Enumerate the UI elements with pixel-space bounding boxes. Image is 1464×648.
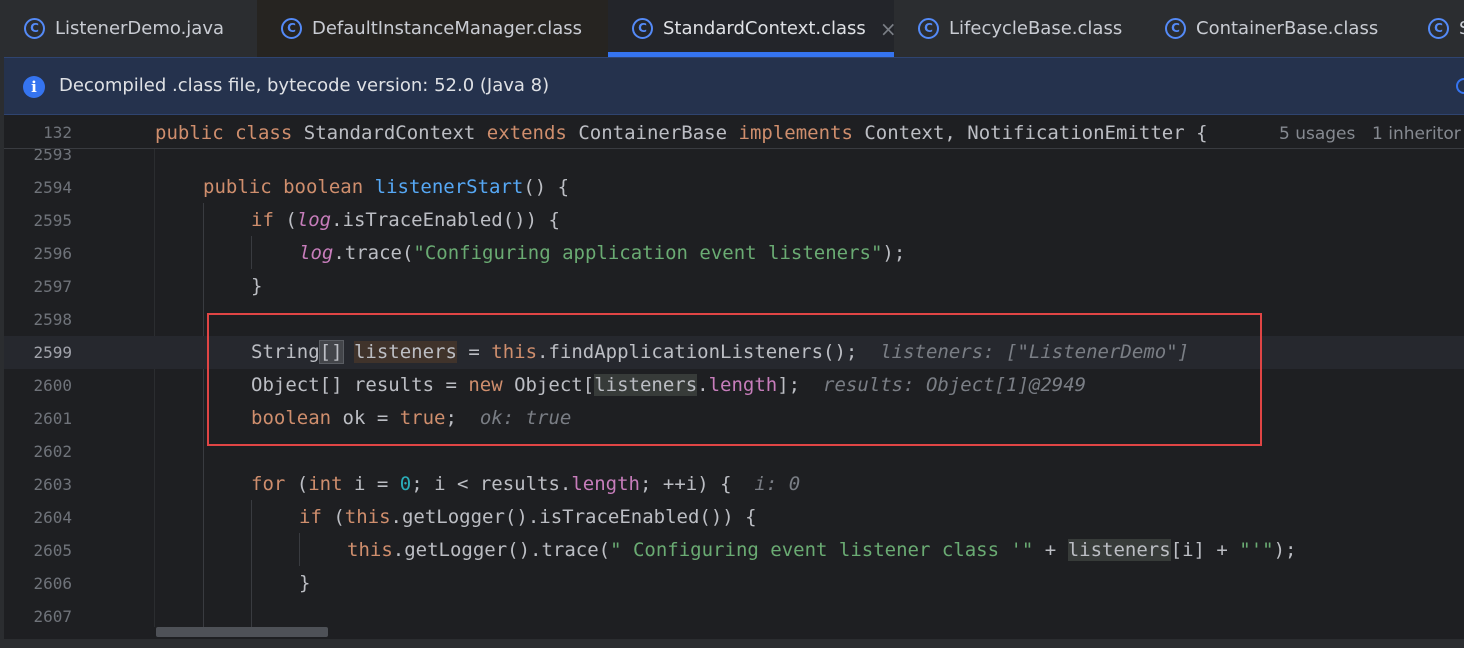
code-line: 2604 if (this.getLogger().isTraceEnabled… — [4, 501, 1464, 534]
banner-action-icon[interactable] — [1456, 78, 1464, 94]
code-text: Object[] results = new Object[listeners.… — [251, 374, 1087, 396]
tab-default-instance-manager[interactable]: C DefaultInstanceManager.class — [257, 0, 608, 57]
line-number: 2596 — [33, 244, 72, 263]
class-declaration: public class StandardContext extends Con… — [155, 122, 1208, 144]
code-text: log.trace("Configuring application event… — [299, 242, 906, 264]
class-c-icon: C — [281, 18, 302, 39]
code-text: } — [299, 572, 311, 594]
class-c-icon: C — [632, 18, 653, 39]
code-line: 2594 public boolean listenerStart() { — [4, 171, 1464, 204]
line-number: 2595 — [33, 211, 72, 230]
tab-container-base[interactable]: C ContainerBase.class — [1141, 0, 1404, 57]
tab-label: S — [1459, 18, 1464, 39]
editor-tab-bar: C ListenerDemo.java C DefaultInstanceMan… — [0, 0, 1464, 57]
tab-overflow[interactable]: C S — [1404, 0, 1464, 57]
decompiled-banner: i Decompiled .class file, bytecode versi… — [4, 57, 1464, 115]
code-text: for (int i = 0; i < results.length; ++i)… — [251, 473, 801, 495]
line-number: 2601 — [33, 409, 72, 428]
code-text: String[] listeners = this.findApplicatio… — [251, 340, 1190, 364]
code-text: if (log.isTraceEnabled()) { — [251, 209, 560, 231]
code-line-current: 2599 String[] listeners = this.findAppli… — [4, 336, 1464, 369]
line-number: 2606 — [33, 574, 72, 593]
code-line: 2603 for (int i = 0; i < results.length;… — [4, 468, 1464, 501]
status-bar-edge — [0, 639, 1464, 648]
code-line: 2606 } — [4, 567, 1464, 600]
line-number: 2605 — [33, 541, 72, 560]
code-editor[interactable]: 2593 2594 public boolean listenerStart()… — [4, 149, 1464, 627]
tab-label: ContainerBase.class — [1196, 18, 1379, 39]
code-line: 2595 if (log.isTraceEnabled()) { — [4, 204, 1464, 237]
code-line: 2600 Object[] results = new Object[liste… — [4, 369, 1464, 402]
tab-lifecycle-base[interactable]: C LifecycleBase.class — [894, 0, 1141, 57]
code-line: 2601 boolean ok = true; ok: true — [4, 402, 1464, 435]
code-line: 2602 — [4, 435, 1464, 468]
line-number: 2600 — [33, 376, 72, 395]
code-text: } — [251, 275, 263, 297]
code-line: 2596 log.trace("Configuring application … — [4, 237, 1464, 270]
line-number: 2604 — [33, 508, 72, 527]
debug-inline-value: ok: true — [479, 407, 572, 429]
code-text: public boolean listenerStart() { — [203, 176, 570, 198]
usages-hint[interactable]: 5 usages — [1279, 124, 1355, 144]
code-text: if (this.getLogger().isTraceEnabled()) { — [299, 506, 757, 528]
code-line: 2593 — [4, 149, 1464, 171]
sticky-class-header[interactable]: 132 public class StandardContext extends… — [4, 116, 1464, 149]
code-line: 2597 } — [4, 270, 1464, 303]
line-number: 2594 — [33, 178, 72, 197]
tab-listener-demo[interactable]: C ListenerDemo.java — [0, 0, 257, 57]
debug-inline-value: results: Object[1]@2949 — [823, 374, 1087, 396]
debug-inline-value: listeners: ["ListenerDemo"] — [880, 341, 1190, 363]
code-text: boolean ok = true; ok: true — [251, 407, 572, 429]
tab-standard-context[interactable]: C StandardContext.class × — [608, 0, 897, 57]
line-number: 2607 — [33, 607, 72, 626]
line-number: 2597 — [33, 277, 72, 296]
inheritors-hint[interactable]: 1 inheritor — [1372, 124, 1461, 144]
class-c-icon: C — [918, 18, 939, 39]
line-number: 2599 — [33, 343, 72, 362]
line-number: 132 — [43, 123, 72, 142]
tab-label: LifecycleBase.class — [949, 18, 1123, 39]
line-number: 2598 — [33, 310, 72, 329]
line-number: 2593 — [33, 149, 72, 164]
debug-inline-value: i: 0 — [754, 473, 801, 495]
class-c-icon: C — [1428, 18, 1449, 39]
info-icon: i — [23, 76, 45, 98]
line-number: 2602 — [33, 442, 72, 461]
tab-label: StandardContext.class — [663, 18, 866, 39]
code-line: 2605 this.getLogger().trace(" Configurin… — [4, 534, 1464, 567]
class-c-icon: C — [1165, 18, 1186, 39]
code-line: 2598 — [4, 303, 1464, 336]
line-number: 2603 — [33, 475, 72, 494]
code-text: this.getLogger().trace(" Configuring eve… — [347, 539, 1297, 561]
banner-text: Decompiled .class file, bytecode version… — [59, 75, 550, 96]
tab-label: ListenerDemo.java — [55, 18, 225, 39]
class-c-icon: C — [24, 18, 45, 39]
code-line: 2607 — [4, 600, 1464, 627]
tab-label: DefaultInstanceManager.class — [312, 18, 582, 39]
horizontal-scrollbar-thumb[interactable] — [156, 627, 328, 637]
